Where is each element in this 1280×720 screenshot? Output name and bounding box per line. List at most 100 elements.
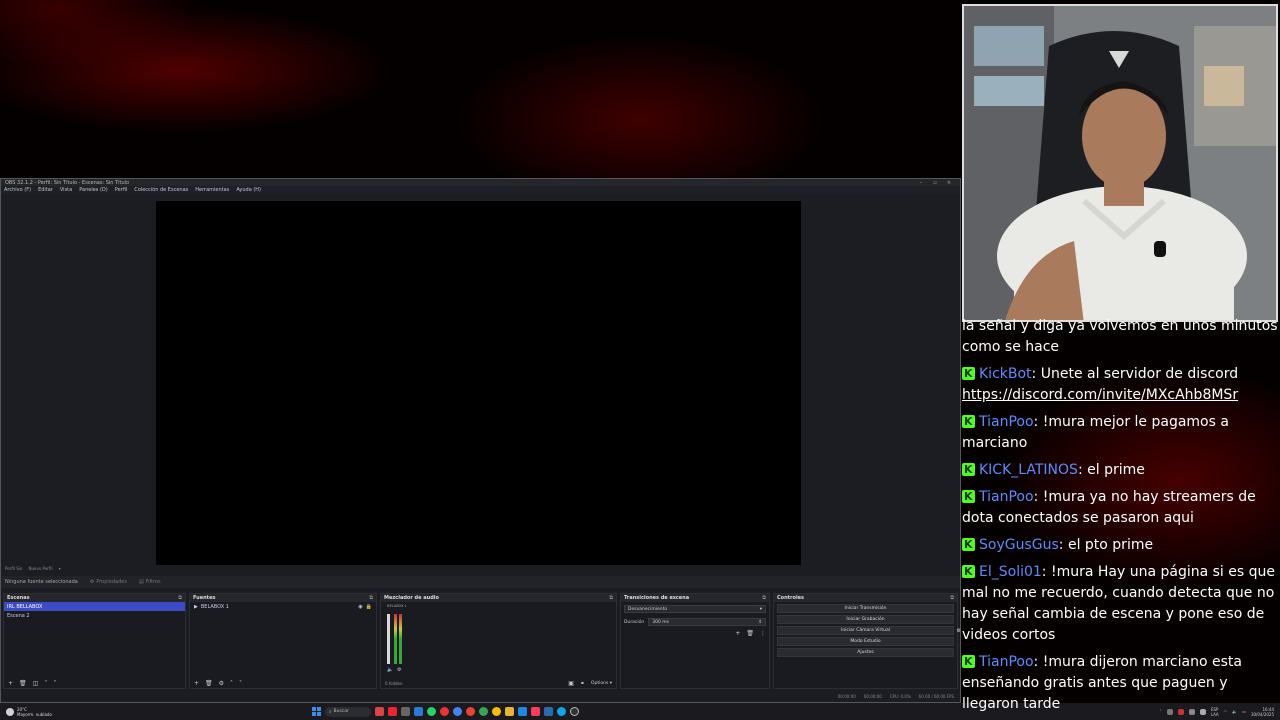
source-item[interactable]: ▶ BELABOX 1 ◉ 🔒 [190,602,376,611]
hidden-count: 0 hidden [385,681,403,686]
scene-tab[interactable]: Perfil Sin [5,566,22,571]
menu-docks[interactable]: Paneles (D) [79,187,108,193]
obs-icon[interactable] [570,707,579,716]
gear-icon[interactable]: ⚙ [397,667,401,673]
chat-message: El_Soli01: !mura Hay una página si es qu… [962,561,1280,646]
mixer-channel-name: BELABOX 1 [387,604,407,608]
studio-mode-button[interactable]: Modo Estudio [777,637,954,646]
add-icon[interactable]: + [735,630,740,637]
no-source-label: Ninguna fuente seleccionada [5,579,78,585]
scene-item[interactable]: IRL BELLABOX [4,602,185,611]
scene-item[interactable]: Escena 2 [4,611,185,620]
volume-slider[interactable] [387,614,390,664]
chrome-icon[interactable] [453,707,462,716]
chrome-icon[interactable] [466,707,475,716]
source-item-label: BELABOX 1 [200,603,229,610]
kick-icon [962,459,975,480]
menu-scene-collection[interactable]: Colección de Escenas [134,187,188,193]
trash-icon[interactable]: 🗑 [746,630,754,637]
kick-icon [962,411,975,432]
edge-icon[interactable] [557,707,566,716]
scenes-dock: Escenas ⧉ IRL BELLABOX Escena 2 + 🗑 ◫ ˄ … [3,593,186,689]
kick-icon [962,561,975,582]
add-icon[interactable]: + [8,680,13,687]
transition-type-select[interactable]: Desvanecimiento ▾ [624,605,766,613]
dock-header: Controles ⧉ [774,594,957,602]
mixer-toolbar: 0 hidden ▣ ⚭ Options ▾ [381,679,616,688]
link-icon[interactable]: ⚭ [580,680,585,687]
webcam-overlay [962,4,1278,322]
options-button[interactable]: Options ▾ [591,681,612,686]
duration-input[interactable]: 300 ms ⇕ [648,618,766,626]
obs-titlebar[interactable]: OBS 32.1.2 - Perfil: Sin Título - Escena… [1,179,960,186]
menu-view[interactable]: Vista [60,187,72,193]
cloud-icon [6,707,14,716]
chat-username: SoyGusGus [979,537,1059,553]
menu-profile[interactable]: Perfil [115,187,128,193]
windows-start-icon[interactable] [312,707,321,716]
chevron-up-icon[interactable]: ˄ [230,680,233,687]
menu-edit[interactable]: Editar [38,187,53,193]
webcam-feed [964,6,1276,320]
settings-button[interactable]: Ajustes [777,648,954,657]
close-icon[interactable]: × [942,180,956,186]
preview-canvas[interactable] [156,201,801,565]
app-icon[interactable] [544,707,553,716]
undock-icon[interactable]: ⧉ [762,595,766,601]
filter-icon[interactable]: ◫ [33,680,39,687]
menu-tools[interactable]: Herramientas [195,187,229,193]
undock-icon[interactable]: ⧉ [369,595,373,601]
options-label: Options [590,681,609,686]
start-recording-button[interactable]: Iniciar Grabación [777,615,954,624]
filters-button[interactable]: ▤ Filtros [139,579,161,585]
transitions-title: Transiciones de escena [624,595,690,601]
maximize-icon[interactable]: ▫ [928,180,942,186]
button-label: Modo Estudio [850,639,881,644]
app-icon[interactable] [518,707,527,716]
chat-text: el prime [1087,462,1145,478]
add-icon[interactable]: + [194,680,199,687]
eye-icon[interactable]: ◉ [358,604,362,610]
undock-icon[interactable]: ⧉ [609,595,613,601]
undock-icon[interactable]: ⧉ [178,595,182,601]
chevron-down-icon[interactable]: ▾ [59,566,61,571]
app-icon[interactable] [388,707,397,716]
chat-link[interactable]: https://discord.com/invite/MXcAhb8MSr [962,387,1238,403]
chevron-down-icon[interactable]: ˅ [53,680,56,687]
chevron-down-icon[interactable]: ˅ [239,680,242,687]
dock-header: Mezclador de audio ⧉ [381,594,616,602]
menu-help[interactable]: Ayuda (H) [236,187,261,193]
minimize-icon[interactable]: – [914,180,928,186]
app-icon[interactable] [440,707,449,716]
whatsapp-icon[interactable] [427,707,436,716]
undock-icon[interactable]: ⧉ [950,595,954,601]
app-icon[interactable] [375,707,384,716]
start-virtual-camera-button[interactable]: Iniciar Cámara Virtual ⚙ [777,626,961,635]
trash-icon[interactable]: 🗑 [19,680,27,687]
app-icon[interactable] [531,707,540,716]
chrome-icon[interactable] [479,707,488,716]
button-label: Iniciar Cámara Virtual [841,628,890,633]
chat-username: TianPoo [979,489,1034,505]
start-streaming-button[interactable]: Iniciar Transmisión [777,604,954,613]
gear-icon[interactable]: ⚙ [219,680,224,687]
taskbar-search[interactable]: ⌕ Buscar [325,706,371,717]
obs-window[interactable]: OBS 32.1.2 - Perfil: Sin Título - Escena… [0,178,961,703]
task-view-icon[interactable] [401,707,410,716]
chrome-icon[interactable] [492,707,501,716]
gear-icon[interactable]: ⚙ [957,628,961,634]
mixer-channel: BELABOX 1 🔈 ⚙ [385,604,409,674]
lock-icon[interactable]: 🔒 [366,604,372,610]
speaker-icon[interactable]: 🔈 [387,667,393,673]
folder-icon[interactable] [505,707,514,716]
layout-icon[interactable]: ▣ [568,680,574,687]
cpu-usage: CPU: 0.0% [889,693,911,699]
properties-button[interactable]: ⚙ Propiedades [90,579,127,585]
scene-tab[interactable]: Nuevo Perfil [28,566,52,571]
weather-widget[interactable]: 20°C Mayorm. nublado [0,707,306,717]
menu-file[interactable]: Archivo (F) [4,187,31,193]
trash-icon[interactable]: 🗑 [205,680,213,687]
app-icon[interactable] [414,707,423,716]
more-icon[interactable]: ⋮ [760,630,766,637]
chevron-up-icon[interactable]: ˄ [44,680,47,687]
